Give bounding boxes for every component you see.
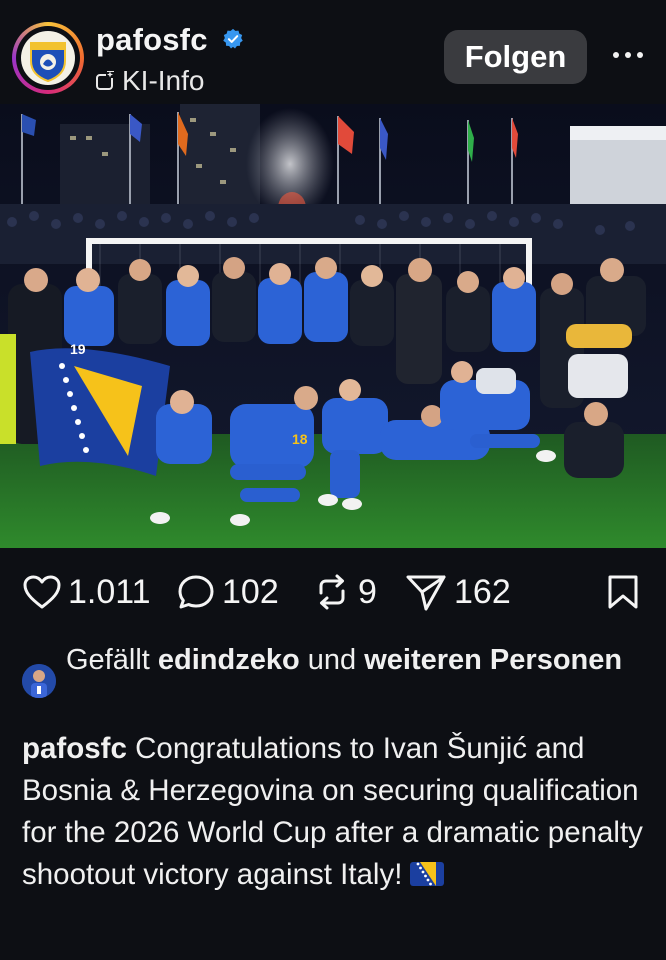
comment-icon (178, 575, 214, 609)
liker-avatar-image (22, 664, 56, 698)
repost-button[interactable]: 9 (312, 562, 377, 622)
svg-text:19: 19 (70, 341, 86, 357)
club-crest-icon (21, 31, 75, 85)
comment-button[interactable]: 102 (176, 562, 279, 622)
likes-summary: Gefällt edindzeko und weiteren Personen (66, 640, 626, 680)
post-image[interactable]: 18 19 (0, 104, 666, 548)
like-count: 1.011 (68, 572, 151, 611)
caption-username[interactable]: pafosfc (22, 732, 127, 765)
post-header: pafosfc KI-Info Folgen (0, 0, 666, 104)
heart-icon (23, 575, 61, 609)
bosnia-flag-icon (410, 862, 445, 886)
username[interactable]: pafosfc (96, 22, 208, 58)
comment-count: 102 (222, 572, 279, 611)
liker-username[interactable]: edindzeko (158, 644, 300, 676)
action-bar: 1.011 102 9 162 (0, 562, 666, 622)
verified-badge-icon (223, 28, 243, 49)
share-count: 162 (454, 572, 511, 611)
repost-count: 9 (358, 572, 377, 611)
ai-info-icon (96, 71, 114, 90)
likes-prefix: Gefällt (66, 644, 150, 676)
likes-middle: und (307, 644, 357, 676)
repost-icon (319, 574, 345, 610)
share-button[interactable]: 162 (404, 562, 511, 622)
more-options-icon[interactable] (610, 46, 646, 64)
svg-text:18: 18 (292, 431, 308, 447)
post-caption: pafosfc Congratulations to Ivan Šunjić a… (22, 728, 652, 896)
ai-info-text: KI-Info (122, 65, 205, 96)
send-icon (406, 575, 446, 611)
liker-avatar[interactable] (22, 664, 56, 698)
follow-button[interactable]: Folgen (444, 30, 587, 84)
likes-others-link[interactable]: weiteren Personen (364, 644, 622, 676)
like-button[interactable]: 1.011 (22, 562, 151, 622)
profile-avatar[interactable] (12, 22, 84, 94)
ai-info-label[interactable]: KI-Info (94, 64, 204, 98)
bookmark-icon[interactable] (606, 574, 640, 610)
team-celebration-photo: 18 19 (0, 104, 666, 548)
